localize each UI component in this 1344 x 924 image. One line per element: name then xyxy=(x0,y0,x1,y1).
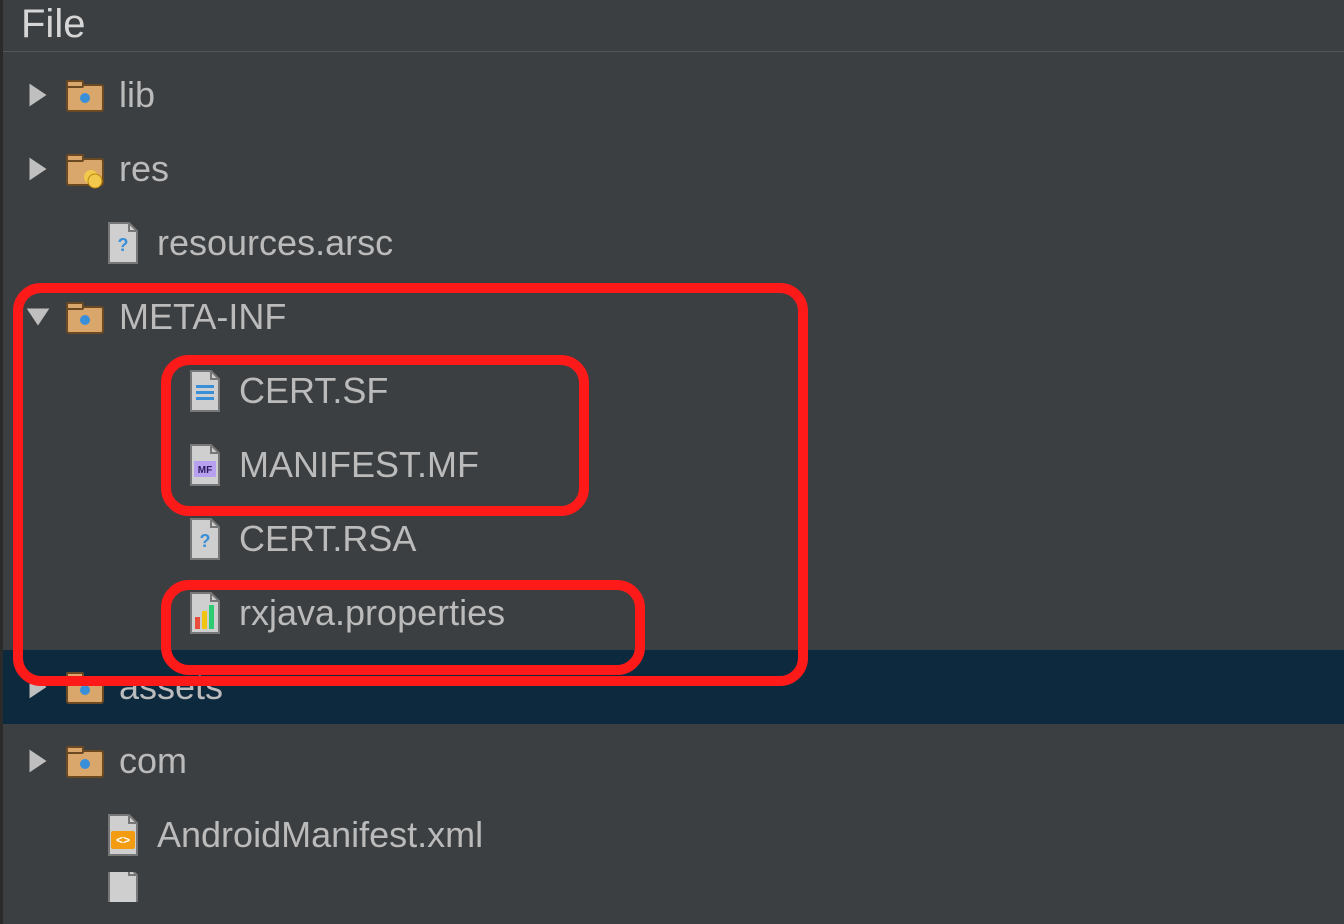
svg-text:MF: MF xyxy=(198,465,212,476)
chevron-right-icon[interactable] xyxy=(21,78,55,112)
svg-text:<>: <> xyxy=(116,833,130,847)
tree-label: lib xyxy=(119,74,155,116)
chevron-right-icon[interactable] xyxy=(21,744,55,778)
tree-label: META-INF xyxy=(119,296,286,338)
file-text-icon xyxy=(185,371,225,411)
tree-row-cert-sf[interactable]: CERT.SF xyxy=(3,354,1344,428)
tree-row-lib[interactable]: lib xyxy=(3,58,1344,132)
tree-row-manifest-mf[interactable]: MF MANIFEST.MF xyxy=(3,428,1344,502)
tree-row-com[interactable]: com xyxy=(3,724,1344,798)
tree-row-assets[interactable]: assets xyxy=(3,650,1344,724)
svg-text:?: ? xyxy=(118,235,129,255)
file-xml-icon: <> xyxy=(103,815,143,855)
tree-label: assets xyxy=(119,666,223,708)
file-icon xyxy=(103,872,143,902)
tree-label: CERT.RSA xyxy=(239,518,416,560)
file-unknown-icon: ? xyxy=(185,519,225,559)
chevron-right-icon[interactable] xyxy=(21,152,55,186)
svg-text:?: ? xyxy=(200,531,211,551)
tree-label: CERT.SF xyxy=(239,370,388,412)
panel-header: File xyxy=(3,0,1344,52)
tree-label: com xyxy=(119,740,187,782)
chevron-right-icon[interactable] xyxy=(21,670,55,704)
tree-row-rxjava-properties[interactable]: rxjava.properties xyxy=(3,576,1344,650)
folder-dot-icon xyxy=(65,297,105,337)
folder-dot-icon xyxy=(65,667,105,707)
tree-label: AndroidManifest.xml xyxy=(157,814,483,856)
tree-row-androidmanifest[interactable]: <> AndroidManifest.xml xyxy=(3,798,1344,872)
file-tree-panel: File lib xyxy=(0,0,1344,924)
file-properties-icon xyxy=(185,593,225,633)
file-unknown-icon: ? xyxy=(103,223,143,263)
tree-row-res[interactable]: res xyxy=(3,132,1344,206)
folder-dot-icon xyxy=(65,741,105,781)
tree-label: res xyxy=(119,148,169,190)
header-title: File xyxy=(21,2,85,46)
tree-row-cert-rsa[interactable]: ? CERT.RSA xyxy=(3,502,1344,576)
tree-row-partial[interactable] xyxy=(3,872,1344,902)
chevron-down-icon[interactable] xyxy=(21,300,55,334)
tree-label: rxjava.properties xyxy=(239,592,505,634)
tree-label: MANIFEST.MF xyxy=(239,444,479,486)
file-tree: lib res ? xyxy=(3,52,1344,902)
tree-row-meta-inf[interactable]: META-INF xyxy=(3,280,1344,354)
folder-dot-icon xyxy=(65,75,105,115)
tree-row-resources-arsc[interactable]: ? resources.arsc xyxy=(3,206,1344,280)
file-mf-icon: MF xyxy=(185,445,225,485)
folder-res-icon xyxy=(65,149,105,189)
tree-label: resources.arsc xyxy=(157,222,393,264)
